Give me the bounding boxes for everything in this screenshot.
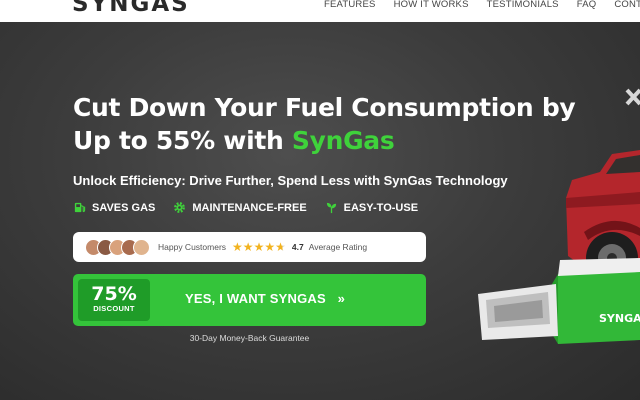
nav-link-testimonials[interactable]: TESTIMONIALS — [487, 0, 559, 11]
feature-maintenance-free: MAINTENANCE-FREE — [173, 201, 307, 214]
feature-list: SAVES GAS MAINTENANCE-FREE EASY-TO-USE — [73, 201, 418, 214]
feature-label: EASY-TO-USE — [343, 201, 419, 214]
rating-suffix: Average Rating — [308, 242, 368, 252]
gear-icon — [174, 202, 186, 213]
rating-label: Happy Customers — [158, 242, 227, 252]
discount-percent: 75% — [91, 283, 137, 305]
rating-bar: Happy Customers ★ ★ ★ ★ ★ 4.7 Average Ra… — [73, 232, 426, 262]
discount-label: DISCOUNT — [93, 304, 135, 313]
headline-accent: SynGas — [291, 126, 395, 155]
top-nav: SYNGAS FEATURES HOW IT WORKS TESTIMONIAL… — [0, 0, 640, 22]
avatar — [133, 238, 150, 256]
plant-icon — [326, 202, 336, 214]
buy-syngas-button[interactable]: 75% DISCOUNT YES, I WANT SYNGAS » — [73, 274, 426, 326]
discount-badge: 75% DISCOUNT — [78, 279, 150, 321]
customer-avatars — [85, 238, 150, 256]
nav-link-how-it-works[interactable]: HOW IT WORKS — [394, 0, 469, 11]
device-label: SYNGA — [599, 312, 640, 325]
close-icon[interactable] — [625, 88, 640, 106]
feature-label: SAVES GAS — [92, 201, 156, 214]
cta-label: YES, I WANT SYNGAS » — [185, 291, 345, 306]
feature-saves-gas: SAVES GAS — [73, 201, 155, 214]
syngas-device-image: SYNGA — [478, 258, 640, 344]
star-icon: ★ — [253, 240, 265, 254]
star-half-icon: ★ — [275, 240, 286, 254]
nav-links: FEATURES HOW IT WORKS TESTIMONIALS FAQ C… — [324, 0, 640, 11]
rating-score: 4.7 — [291, 242, 304, 252]
hero-subhead: Unlock Efficiency: Drive Further, Spend … — [73, 173, 508, 188]
brand-logo[interactable]: SYNGAS — [72, 0, 190, 16]
star-icon: ★ — [232, 240, 243, 254]
nav-link-features[interactable]: FEATURES — [324, 0, 376, 11]
feature-easy-to-use: EASY-TO-USE — [325, 201, 418, 214]
feature-label: MAINTENANCE-FREE — [192, 201, 307, 214]
hero-headline: Cut Down Your Fuel Consumption by Up to … — [73, 91, 593, 157]
hero-section: SYNGA Cut Down Your Fuel Consumption by … — [0, 22, 640, 400]
guarantee-text: 30-Day Money-Back Guarantee — [189, 333, 310, 343]
nav-link-faq[interactable]: FAQ — [577, 0, 597, 11]
nav-link-contact[interactable]: CONTACT — [614, 0, 640, 11]
star-icon: ★ — [264, 240, 276, 254]
star-rating: ★ ★ ★ ★ ★ — [232, 241, 286, 253]
gas-pump-icon — [74, 202, 86, 213]
chevron-right-icon: » — [337, 291, 346, 306]
star-icon: ★ — [242, 240, 254, 254]
cta-text: YES, I WANT SYNGAS — [185, 291, 326, 306]
